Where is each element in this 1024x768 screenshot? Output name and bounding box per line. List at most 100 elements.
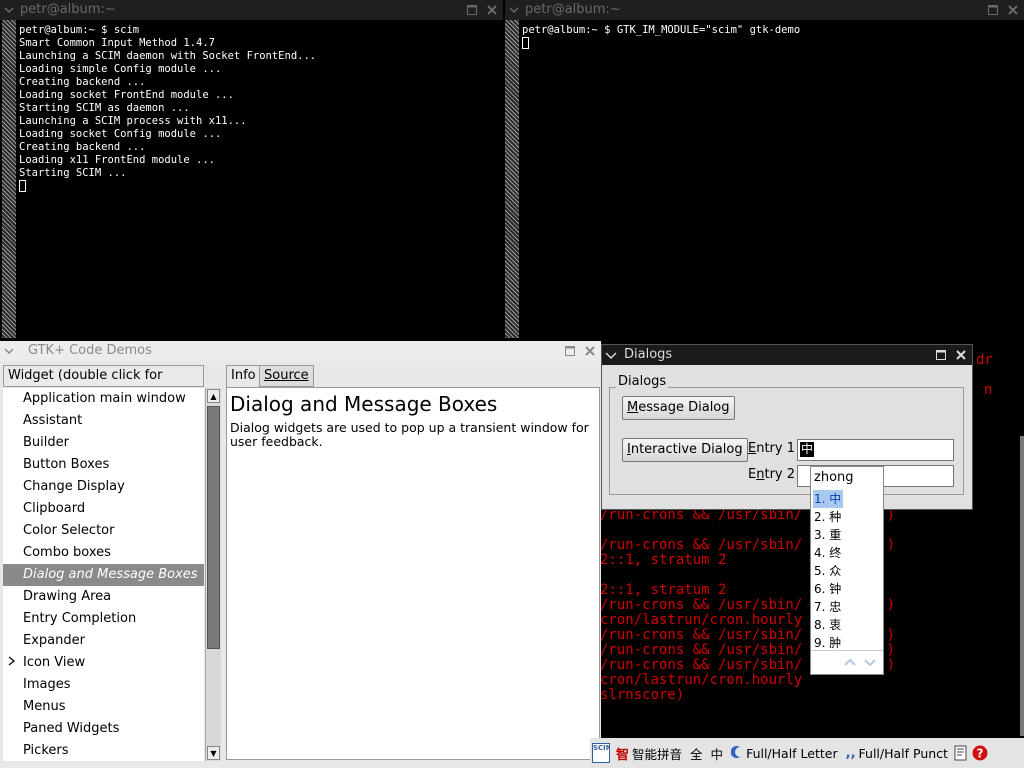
tree-item[interactable]: Menus [3,696,204,718]
tree-item[interactable]: Clipboard [3,498,204,520]
terminal-line: Launching a SCIM daemon with Socket Fron… [19,50,317,62]
tree-item[interactable]: Builder [3,432,204,454]
help-icon[interactable]: ? [970,745,990,761]
window-menu-icon[interactable] [2,3,16,17]
candidate-item[interactable]: 5. 众 [813,562,843,580]
terminal-window-gtk-demo[interactable]: petr@album:~ petr@album:~ $ GTK_IM_MODUL… [505,0,1024,338]
frame-label: Dialogs [616,374,669,389]
tree-item[interactable]: Entry Completion [3,608,204,630]
tree-item[interactable]: Expander [3,630,204,652]
tree-item-label: Application main window [23,391,186,406]
label-text: try 2 [764,467,796,482]
close-icon[interactable] [483,1,501,19]
tree-item[interactable]: Paned Widgets [3,718,204,740]
scim-logo-icon[interactable]: SCIM [590,743,612,763]
tree-item-label: Clipboard [23,501,86,516]
tree-item[interactable]: Dialog and Message Boxes [3,564,204,586]
terminal-cursor [522,37,800,51]
input-method-selector[interactable]: 智 智能拼音 [612,744,686,763]
tab-info[interactable]: Info [226,365,261,387]
scim-logo-text: SCIM [592,743,610,763]
candidate-item[interactable]: 2. 种 [813,508,843,526]
terminal-window-scim[interactable]: petr@album:~ petr@album:~ $ scim Smart Co… [0,0,503,338]
page-up-icon[interactable] [843,655,857,673]
candidate-item[interactable]: 1. 中 [813,490,843,508]
tab-source[interactable]: Source [259,365,314,387]
maximize-icon[interactable] [561,342,579,360]
scroll-up-icon[interactable]: ▲ [207,389,220,403]
close-icon[interactable] [952,346,970,364]
maximize-icon[interactable] [463,1,481,19]
tree-item[interactable]: Assistant [3,410,204,432]
tree-item[interactable]: Drawing Area [3,586,204,608]
tree-item-label: Button Boxes [23,457,110,472]
tree-item-label: Dialog and Message Boxes [23,567,198,582]
terminal-scrollbar[interactable] [505,20,519,338]
tree-item[interactable]: Pickers [3,740,204,761]
maximize-icon[interactable] [984,1,1002,19]
terminal-line: Loading socket FrontEnd module ... [19,89,234,101]
preedit-string: zhong [814,470,854,485]
terminal-line: Launching a SCIM process with x11... [19,115,247,127]
entry1-field[interactable]: 中 [797,439,954,461]
candidate-item[interactable]: 6. 钟 [813,580,843,598]
setup-icon[interactable] [952,745,970,761]
window-titlebar[interactable]: GTK+ Code Demos [0,341,601,361]
terminal-output: petr@album:~ $ GTK_IM_MODULE="scim" gtk-… [522,24,800,51]
candidate-popup[interactable]: zhong 1. 中 2. 种 3. 重 4. 终 5. 众 6. 钟 7. 忠 8. 衷 9.… [810,466,884,675]
candidate-item[interactable]: 4. 终 [813,544,843,562]
scrollbar-thumb[interactable] [207,406,220,649]
tree-scrollbar[interactable]: ▲ ▼ [205,388,221,761]
full-width-toggle[interactable]: 全 [686,744,707,763]
candidate-item[interactable]: 7. 忠 [813,598,843,616]
input-method-icon: 智 [616,747,630,763]
window-titlebar[interactable]: petr@album:~ [0,0,503,20]
window-titlebar[interactable]: petr@album:~ [505,0,1024,20]
terminal-line: 2::1, stratum 2 [600,582,727,598]
tree-item[interactable]: Images [3,674,204,696]
punct-mode-label: Full/Half Punct [858,745,948,761]
info-title: Dialog and Message Boxes [230,392,498,416]
tree-item[interactable]: Combo boxes [3,542,204,564]
close-icon[interactable] [581,342,599,360]
tree-item[interactable]: Application main window [3,388,204,410]
terminal-output: petr@album:~ $ scim Smart Common Input Me… [19,24,316,194]
window-menu-icon[interactable] [2,344,16,358]
tree-item-label: Expander [23,633,85,648]
close-icon[interactable] [1004,1,1022,19]
tree-item-label: Entry Completion [23,611,137,626]
tree-item-label: Color Selector [23,523,115,538]
candidate-item[interactable]: 8. 衷 [813,616,843,634]
tree-item-label: Change Display [23,479,125,494]
page-down-icon[interactable] [863,655,877,673]
message-dialog-button[interactable]: Message Dialog [622,396,735,420]
window-menu-icon[interactable] [507,3,521,17]
terminal-scrollbar[interactable] [2,20,16,338]
demo-tree-list[interactable]: Application main window Assistant Builder B… [3,388,204,761]
tree-item[interactable]: Button Boxes [3,454,204,476]
info-text-view[interactable]: Dialog and Message Boxes Dialog widgets … [226,387,600,760]
candidate-list[interactable]: 1. 中 2. 种 3. 重 4. 终 5. 众 6. 钟 7. 忠 8. 衷 9. 肿 [813,490,843,652]
candidate-nav [811,650,883,674]
tree-column-header[interactable]: Widget (double click for demo) [3,365,204,403]
dialogs-window[interactable]: Dialogs Dialogs Message Dialog Interacti… [601,344,973,510]
terminal-line: 2::1, stratum 2 [600,552,727,568]
tree-item[interactable]: Icon View [3,652,204,674]
window-titlebar[interactable]: Dialogs [602,345,972,365]
letter-mode-label: Full/Half Letter [746,745,838,761]
tree-item[interactable]: Color Selector [3,520,204,542]
maximize-icon[interactable] [932,346,950,364]
chinese-mode-toggle[interactable]: 中 [707,744,728,763]
punct-mode-toggle[interactable]: ,, Full/Half Punct [842,746,952,761]
letter-mode-toggle[interactable]: Full/Half Letter [727,745,842,762]
candidate-item[interactable]: 3. 重 [813,526,843,544]
terminal-line: cron/lastrun/cron.hourly [600,672,803,688]
scroll-down-icon[interactable]: ▼ [207,746,220,760]
terminal-scrollbar[interactable] [1020,436,1024,736]
scim-toolbar[interactable]: SCIM 智 智能拼音 全 中 Full/Half Letter ,, Full… [590,738,1024,768]
tree-item[interactable]: Change Display [3,476,204,498]
expander-arrow-icon[interactable] [8,652,16,674]
window-menu-icon[interactable] [604,348,618,362]
interactive-dialog-button[interactable]: Interactive Dialog [622,438,748,462]
label-text: E [748,467,757,482]
